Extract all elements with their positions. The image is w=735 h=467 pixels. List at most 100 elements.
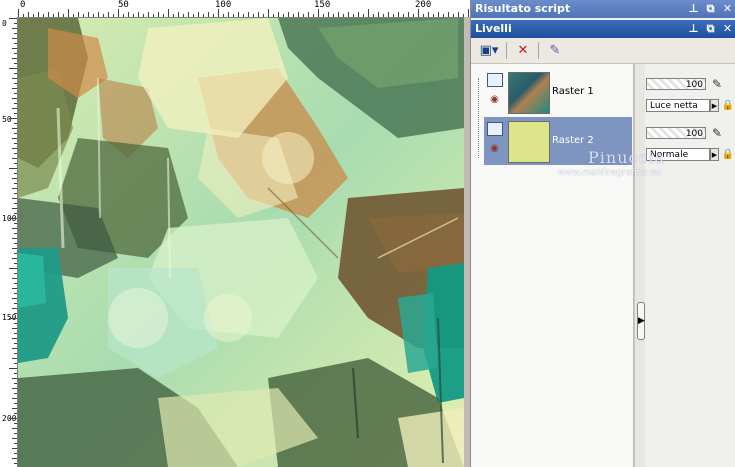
raster-layer-icon (487, 122, 503, 136)
edit-brush-icon[interactable]: ✎ (709, 125, 725, 141)
edit-brush-icon[interactable]: ✎ (544, 41, 566, 60)
ruler-tick (14, 53, 17, 54)
ruler-tick (438, 12, 439, 17)
toolbar-separator (506, 42, 507, 59)
ruler-tick (358, 12, 359, 17)
blend-mode-select[interactable]: Luce netta (646, 99, 710, 112)
lock-icon[interactable]: 🔒 (721, 98, 735, 113)
blend-mode-arrow-icon[interactable]: ▶ (710, 148, 719, 161)
ruler-tick (14, 353, 17, 354)
ruler-tick (68, 9, 69, 17)
layers-title: Livelli (475, 22, 512, 35)
ruler-tick (14, 323, 17, 324)
ruler-tick (12, 148, 17, 149)
ruler-tick (423, 14, 424, 17)
ruler-tick (268, 9, 269, 17)
ruler-tick (14, 413, 17, 414)
script-output-titlebar[interactable]: Risultato script ⊥ ⧉ ✕ (471, 0, 735, 18)
ruler-tick (14, 63, 17, 64)
restore-icon[interactable]: ⧉ (704, 22, 717, 35)
layer-props-raster-1: 100 ✎ Luce netta ▶ 🔒 (645, 68, 735, 116)
ruler-tick (9, 368, 17, 369)
opacity-slider[interactable]: 100 (646, 127, 706, 139)
ruler-tick (263, 14, 264, 17)
ruler-tick (343, 14, 344, 17)
edit-brush-icon[interactable]: ✎ (709, 76, 725, 92)
ruler-tick (388, 12, 389, 17)
close-icon[interactable]: ✕ (721, 2, 734, 15)
ruler-tick (9, 68, 17, 69)
close-icon[interactable]: ✕ (721, 22, 734, 35)
ruler-tick (12, 48, 17, 49)
ruler-tick (12, 58, 17, 59)
delete-layer-icon[interactable]: ✕ (512, 41, 534, 60)
ruler-tick (278, 12, 279, 17)
restore-icon[interactable]: ⧉ (704, 2, 717, 15)
ruler-tick (14, 303, 17, 304)
ruler-tick (183, 14, 184, 17)
ruler-tick (363, 14, 364, 17)
ruler-tick (9, 168, 17, 169)
layer-props-raster-2: 100 ✎ Normale ▶ 🔒 (645, 117, 735, 165)
ruler-tick (14, 393, 17, 394)
ruler-tick (12, 278, 17, 279)
ruler-tick (43, 14, 44, 17)
ruler-tick (318, 9, 319, 17)
ruler-tick (14, 223, 17, 224)
ruler-tick (213, 14, 214, 17)
ruler-tick (123, 14, 124, 17)
ruler-tick (48, 12, 49, 17)
ruler-tick (9, 318, 17, 319)
ruler-tick (12, 138, 17, 139)
ruler-tick (153, 14, 154, 17)
ruler-tick (408, 12, 409, 17)
layers-titlebar[interactable]: Livelli ⊥ ⧉ ✕ (471, 20, 735, 38)
layer-row-raster-1[interactable]: ◉ Raster 1 (484, 68, 632, 116)
ruler-tick (28, 12, 29, 17)
ruler-tick (12, 288, 17, 289)
opacity-slider[interactable]: 100 (646, 78, 706, 90)
ruler-tick (88, 12, 89, 17)
blend-mode-select[interactable]: Normale (646, 148, 710, 161)
ruler-tick (328, 12, 329, 17)
blend-mode-arrow-icon[interactable]: ▶ (710, 99, 719, 112)
visibility-eye-icon[interactable]: ◉ (488, 144, 501, 154)
ruler-left-label: 200 (2, 415, 16, 423)
layer-thumbnail (508, 72, 550, 114)
ruler-top-label: 0 (20, 0, 26, 10)
canvas-image[interactable] (18, 18, 464, 467)
pin-icon[interactable]: ⊥ (687, 2, 700, 15)
panel-splitter[interactable]: ▶ (634, 64, 645, 467)
ruler-tick (12, 188, 17, 189)
ruler-tick (448, 12, 449, 17)
ruler-tick (103, 14, 104, 17)
ruler-top-label: 150 (314, 0, 331, 10)
layer-row-raster-2[interactable]: ◉ Raster 2 (484, 117, 632, 165)
ruler-tick (12, 178, 17, 179)
ruler-tick (193, 14, 194, 17)
pin-icon[interactable]: ⊥ (687, 22, 700, 35)
ruler-tick (12, 238, 17, 239)
ruler-tick (12, 228, 17, 229)
lock-icon[interactable]: 🔒 (721, 147, 735, 162)
abstract-artwork (18, 18, 464, 467)
ruler-tick (23, 14, 24, 17)
ruler-tick (14, 103, 17, 104)
ruler-tick (173, 14, 174, 17)
splitter-handle[interactable]: ▶ (637, 302, 645, 340)
ruler-tick (133, 14, 134, 17)
new-layer-icon[interactable]: ▣▾ (476, 41, 502, 60)
ruler-tick (12, 458, 17, 459)
ruler-tick (9, 118, 17, 119)
ruler-tick (383, 14, 384, 17)
visibility-eye-icon[interactable]: ◉ (488, 95, 501, 105)
ruler-tick (14, 333, 17, 334)
ruler-vertical: 0 50 100 150 200 (0, 17, 18, 467)
layers-toolbar: ▣▾ ✕ ✎ (471, 38, 735, 64)
ruler-tick (12, 328, 17, 329)
ruler-tick (12, 408, 17, 409)
image-canvas-area: 0 50 100 150 200 0 50 100 150 200 (0, 0, 470, 467)
ruler-tick (14, 33, 17, 34)
ruler-tick (443, 14, 444, 17)
ruler-tick (248, 12, 249, 17)
